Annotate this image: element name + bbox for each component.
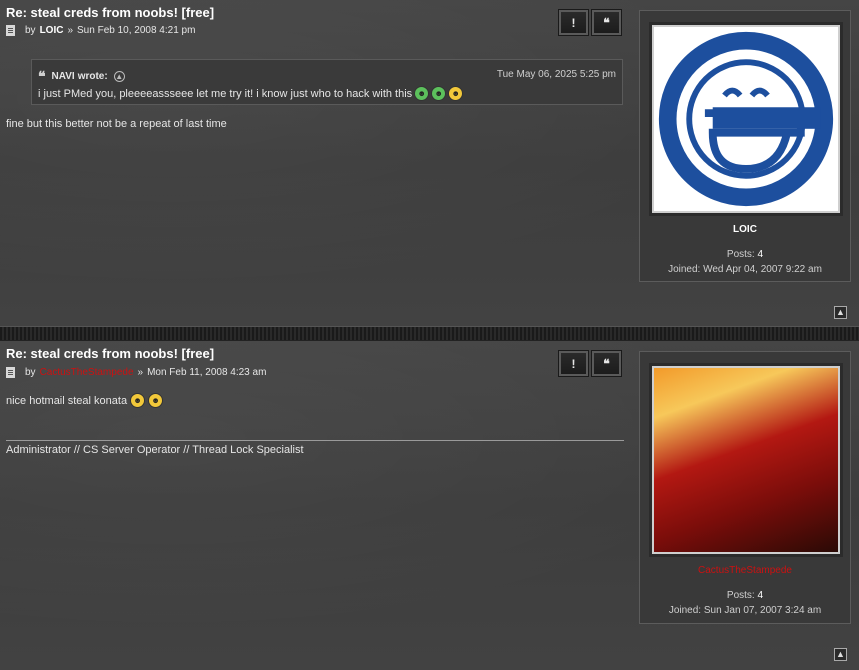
post-doc-icon[interactable] [6,25,15,36]
smiley-icon: ☻ [148,393,164,408]
separator-glyph: » [67,25,74,36]
report-icon: ! [571,15,576,30]
avatar[interactable] [652,25,840,213]
quote-author: NAVI [51,71,75,82]
smiley-icon: ☻ [414,86,430,101]
back-to-top-icon[interactable]: ▲ [834,648,847,661]
up-arrow-icon[interactable]: ▲ [113,71,125,82]
profile-posts: Posts: 4 [640,590,850,601]
separator-glyph: » [137,367,144,378]
quote-text-content: i just PMed you, pleeeeassseee let me tr… [38,87,413,100]
smiley-icon: ☻ [431,86,447,101]
back-to-top-icon[interactable]: ▲ [834,306,847,319]
post-title[interactable]: Re: steal creds from noobs! [free] [6,5,214,20]
post-separator [0,326,859,341]
quote-text: i just PMed you, pleeeeassseee let me tr… [38,86,464,101]
post-body-text: nice hotmail steal konata [6,394,128,407]
by-label: by [25,367,36,378]
report-button[interactable]: ! [558,9,589,36]
post-body: nice hotmail steal konata ☻ ☻ [6,393,164,408]
signature-divider [6,440,624,441]
report-button[interactable]: ! [558,350,589,377]
joined-date: Wed Apr 04, 2007 9:22 am [703,264,822,275]
avatar-image [654,368,838,552]
laughing-man-logo [658,31,834,207]
joined-label: Joined: [668,264,701,275]
posts-label: Posts: [726,249,755,260]
author-link[interactable]: LOIC [40,25,64,36]
profile-username[interactable]: LOIC [640,224,850,235]
quote-block: ❝ NAVI wrote: ▲ Tue May 06, 2025 5:25 pm… [31,59,623,105]
signature: Administrator // CS Server Operator // T… [6,444,304,456]
report-icon: ! [571,356,576,371]
post-2: Re: steal creds from noobs! [free] by Ca… [0,341,859,670]
quote-mark-icon: ❝ [38,68,46,84]
post-meta: by CactusTheStampede » Mon Feb 11, 2008 … [6,367,266,378]
profile-joined: Joined: Sun Jan 07, 2007 3:24 am [640,605,850,616]
post-body: fine but this better not be a repeat of … [6,118,227,130]
author-link[interactable]: CactusTheStampede [40,367,134,378]
smiley-icon: ☻ [130,393,146,408]
post-title[interactable]: Re: steal creds from noobs! [free] [6,346,214,361]
smiley-icon: ☻ [448,86,464,101]
quote-wrote: wrote: [77,71,108,82]
quote-button[interactable]: ❝ [591,350,622,377]
posts-label: Posts: [726,590,755,601]
joined-date: Sun Jan 07, 2007 3:24 am [703,605,822,616]
profile-username[interactable]: CactusTheStampede [640,565,850,576]
post-date: Sun Feb 10, 2008 4:21 pm [77,25,196,36]
post-doc-icon[interactable] [6,367,15,378]
posts-count[interactable]: 4 [758,249,764,260]
post-date: Mon Feb 11, 2008 4:23 am [147,367,267,378]
joined-label: Joined: [668,605,702,616]
by-label: by [25,25,36,36]
avatar[interactable] [652,366,840,554]
profile-posts: Posts: 4 [640,249,850,260]
quote-button[interactable]: ❝ [591,9,622,36]
profile-card: CactusTheStampede Posts: 4 Joined: Sun J… [639,351,851,624]
profile-card: LOIC Posts: 4 Joined: Wed Apr 04, 2007 9… [639,10,851,282]
quote-icon: ❝ [603,356,610,371]
quote-header: ❝ NAVI wrote: ▲ [38,68,125,85]
quote-date: Tue May 06, 2025 5:25 pm [496,69,616,80]
posts-count[interactable]: 4 [758,590,764,601]
post-meta: by LOIC » Sun Feb 10, 2008 4:21 pm [6,25,195,36]
post-1: Re: steal creds from noobs! [free] by LO… [0,0,859,326]
quote-icon: ❝ [603,15,610,30]
profile-joined: Joined: Wed Apr 04, 2007 9:22 am [640,264,850,275]
